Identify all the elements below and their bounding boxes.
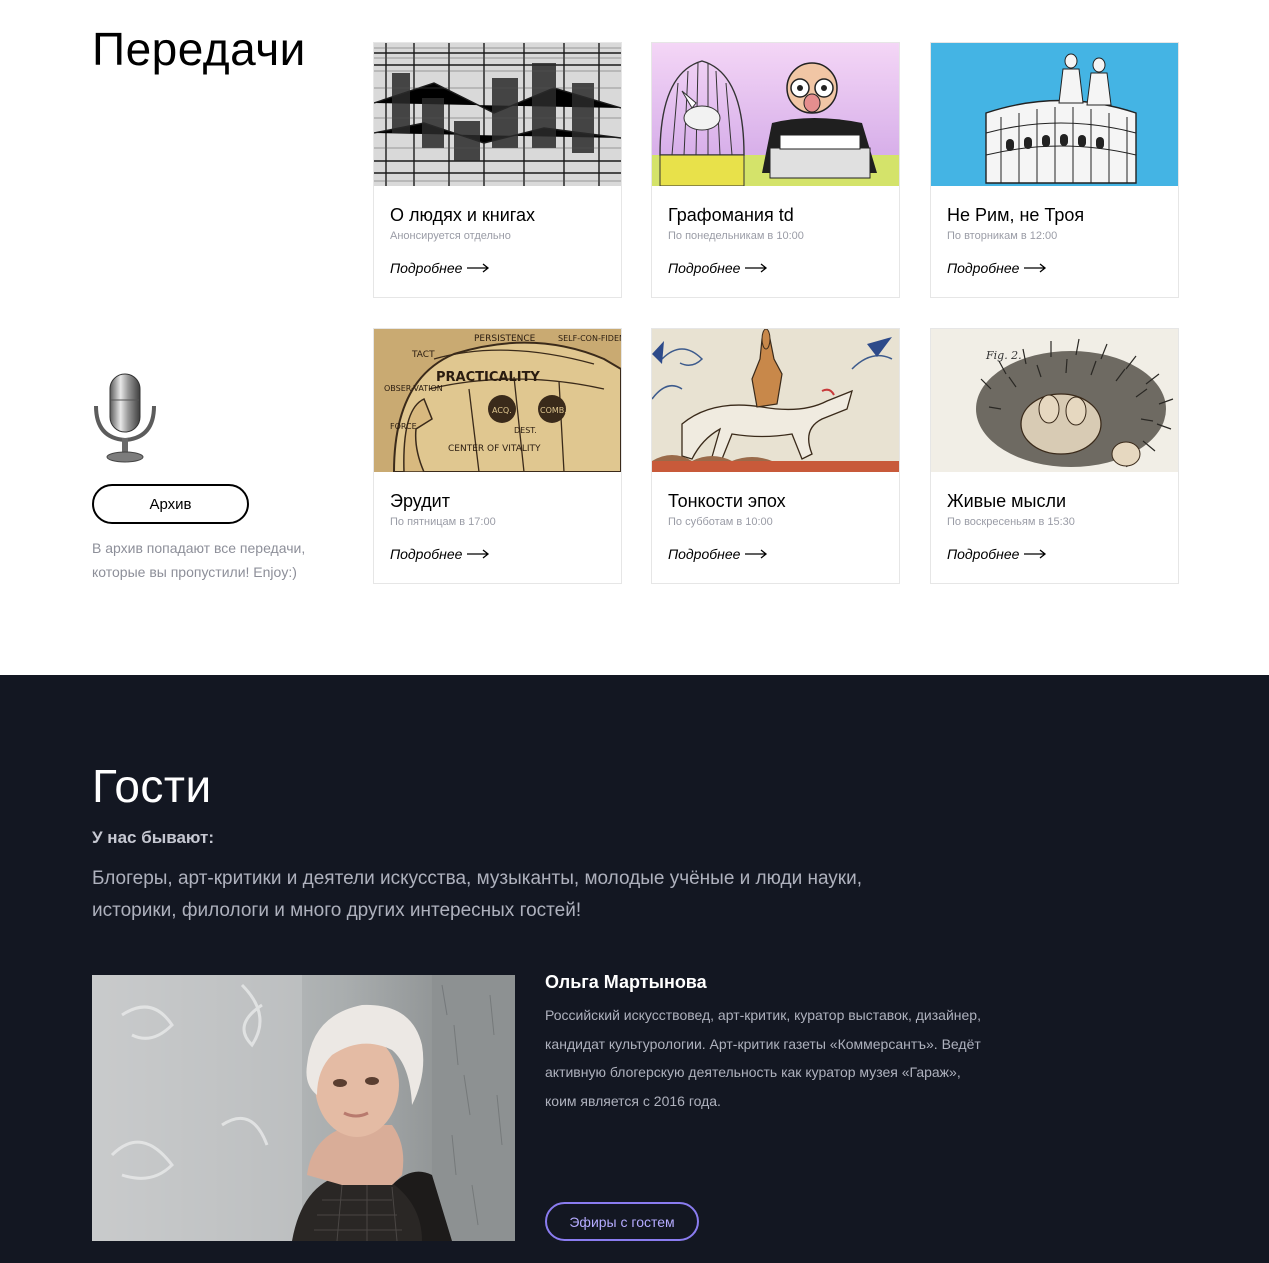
phrenology-label: DEST. [514, 426, 537, 435]
program-title: Не Рим, не Троя [947, 205, 1085, 225]
program-schedule: По субботам в 10:00 [668, 516, 773, 528]
more-link[interactable]: Подробнее [947, 260, 1047, 276]
phrenology-label: OBSER-VATION [384, 384, 443, 393]
program-schedule: По воскресеньям в 15:30 [947, 516, 1075, 528]
program-image: PERSISTENCE SELF-CON-FIDENCE TACT PRACTI… [374, 329, 621, 472]
phrenology-label: CENTER OF VITALITY [448, 444, 541, 454]
more-link[interactable]: Подробнее [668, 260, 768, 276]
arrow-right-icon [467, 263, 490, 273]
figure-label: Fig. 2. [985, 349, 1022, 362]
phrenology-label: TACT [411, 350, 435, 360]
guests-section: Гости У нас бывают: Блогеры, арт-критики… [0, 675, 1269, 1263]
program-title: Тонкости эпох [668, 491, 786, 511]
program-image: Fig. 2. [931, 329, 1178, 472]
arrow-right-icon [745, 263, 768, 273]
program-title: Графомания td [668, 205, 794, 225]
programs-title: Передачи [92, 23, 306, 75]
guests-subtitle: У нас бывают: [92, 828, 214, 847]
more-link[interactable]: Подробнее [390, 260, 490, 276]
program-schedule: По пятницам в 17:00 [390, 516, 496, 528]
program-card[interactable]: PERSISTENCE SELF-CON-FIDENCE TACT PRACTI… [373, 328, 622, 584]
program-title: Живые мысли [947, 491, 1067, 511]
phrenology-label: FORCE [390, 422, 417, 431]
program-image [374, 43, 621, 186]
guest-photo [92, 975, 515, 1241]
arrow-right-icon [745, 549, 768, 559]
phrenology-label: SELF-CON-FIDENCE [558, 334, 621, 343]
arrow-right-icon [467, 549, 490, 559]
microphone-icon [92, 372, 158, 464]
arrow-right-icon [1024, 263, 1047, 273]
phrenology-label: PRACTICALITY [436, 370, 540, 385]
program-schedule: По понедельникам в 10:00 [668, 230, 804, 242]
more-label: Подробнее [947, 260, 1020, 276]
phrenology-label: ACQ. [492, 406, 512, 415]
phrenology-label: COMB. [540, 406, 567, 415]
program-schedule: По вторникам в 12:00 [947, 230, 1058, 242]
more-link[interactable]: Подробнее [947, 546, 1047, 562]
guest-episodes-button[interactable]: Эфиры с гостем [545, 1202, 699, 1241]
program-card[interactable]: Не Рим, не Троя По вторникам в 12:00 Под… [930, 42, 1179, 298]
program-image [931, 43, 1178, 186]
guest-bio: Российский искусствовед, арт-критик, кур… [545, 1007, 981, 1109]
program-image [652, 43, 899, 186]
arrow-right-icon [1024, 549, 1047, 559]
archive-note: В архив попадают все передачи, которые в… [92, 540, 306, 580]
more-link[interactable]: Подробнее [390, 546, 490, 562]
guests-title: Гости [92, 760, 212, 812]
guest-name: Ольга Мартынова [545, 972, 707, 992]
programs-section: Передачи Архив В архив попадают все пере… [0, 0, 1269, 675]
phrenology-label: PERSISTENCE [474, 334, 536, 344]
program-card[interactable]: Графомания td По понедельникам в 10:00 П… [651, 42, 900, 298]
program-image [652, 329, 899, 472]
guests-description: Блогеры, арт-критики и деятели искусства… [92, 868, 863, 921]
more-label: Подробнее [668, 260, 741, 276]
more-label: Подробнее [668, 546, 741, 562]
more-label: Подробнее [947, 546, 1020, 562]
program-schedule: Анонсируется отдельно [390, 230, 511, 242]
archive-button[interactable]: Архив [92, 484, 249, 524]
program-title: Эрудит [390, 491, 450, 511]
program-card[interactable]: Тонкости эпох По субботам в 10:00 Подроб… [651, 328, 900, 584]
more-label: Подробнее [390, 260, 463, 276]
more-label: Подробнее [390, 546, 463, 562]
program-card[interactable]: Fig. 2. Живые мысли По воскресеньям в 15… [930, 328, 1179, 584]
more-link[interactable]: Подробнее [668, 546, 768, 562]
program-card[interactable]: О людях и книгах Анонсируется отдельно П… [373, 42, 622, 298]
program-title: О людях и книгах [390, 205, 535, 225]
